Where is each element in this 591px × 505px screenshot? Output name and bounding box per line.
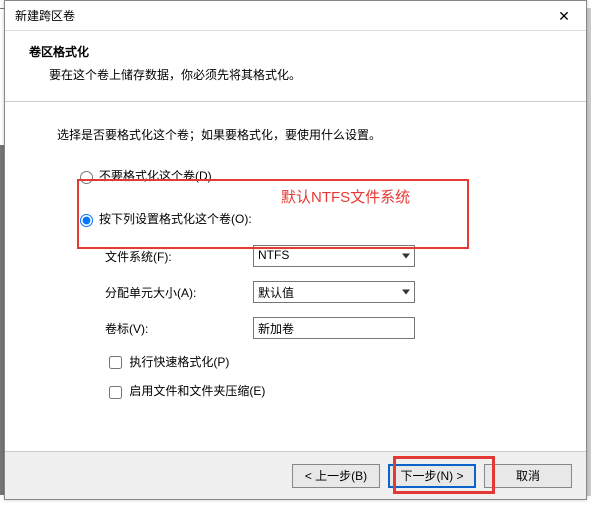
- compression-checkbox[interactable]: [109, 386, 122, 399]
- quick-format-checkbox[interactable]: [109, 356, 122, 369]
- next-button[interactable]: 下一步(N) >: [388, 464, 476, 488]
- allocation-row: 分配单元大小(A): 默认值: [57, 281, 546, 303]
- radio-do-format[interactable]: [80, 214, 93, 227]
- volume-label-row: 卷标(V):: [57, 317, 546, 339]
- button-bar: < 上一步(B) 下一步(N) > 取消: [5, 451, 586, 499]
- radio-no-format-row[interactable]: 不要格式化这个卷(D): [57, 167, 546, 184]
- titlebar: 新建跨区卷 ✕: [5, 1, 586, 31]
- close-icon: ✕: [558, 8, 570, 24]
- allocation-select[interactable]: 默认值: [253, 281, 415, 303]
- filesystem-label: 文件系统(F):: [105, 248, 253, 265]
- allocation-label: 分配单元大小(A):: [105, 284, 253, 301]
- filesystem-value: NTFS: [258, 248, 289, 262]
- instruction-text: 选择是否要格式化这个卷；如果要格式化，要使用什么设置。: [57, 126, 546, 143]
- filesystem-select[interactable]: NTFS: [253, 245, 415, 267]
- header-description: 要在这个卷上储存数据，你必须先将其格式化。: [29, 66, 566, 83]
- volume-label-label: 卷标(V):: [105, 320, 253, 337]
- compression-label: 启用文件和文件夹压缩(E): [129, 384, 265, 398]
- radio-no-format-label: 不要格式化这个卷(D): [99, 167, 212, 184]
- close-button[interactable]: ✕: [542, 1, 586, 31]
- quick-format-row[interactable]: 执行快速格式化(P): [57, 353, 546, 372]
- bg-fragment: [587, 8, 591, 496]
- wizard-dialog: 新建跨区卷 ✕ 卷区格式化 要在这个卷上储存数据，你必须先将其格式化。 选择是否…: [4, 0, 587, 500]
- radio-no-format[interactable]: [80, 171, 93, 184]
- wizard-content: 选择是否要格式化这个卷；如果要格式化，要使用什么设置。 不要格式化这个卷(D) …: [5, 102, 586, 402]
- allocation-value: 默认值: [258, 286, 294, 300]
- cancel-button[interactable]: 取消: [484, 464, 572, 488]
- window-title: 新建跨区卷: [15, 9, 75, 23]
- radio-do-format-label: 按下列设置格式化这个卷(O):: [99, 210, 252, 227]
- filesystem-row: 文件系统(F): NTFS: [57, 245, 546, 267]
- radio-do-format-row[interactable]: 按下列设置格式化这个卷(O):: [57, 210, 546, 227]
- compression-row[interactable]: 启用文件和文件夹压缩(E): [57, 382, 546, 401]
- header-title: 卷区格式化: [29, 43, 566, 60]
- quick-format-label: 执行快速格式化(P): [129, 355, 229, 369]
- wizard-header: 卷区格式化 要在这个卷上储存数据，你必须先将其格式化。: [5, 31, 586, 102]
- volume-label-input[interactable]: [253, 317, 415, 339]
- back-button[interactable]: < 上一步(B): [292, 464, 380, 488]
